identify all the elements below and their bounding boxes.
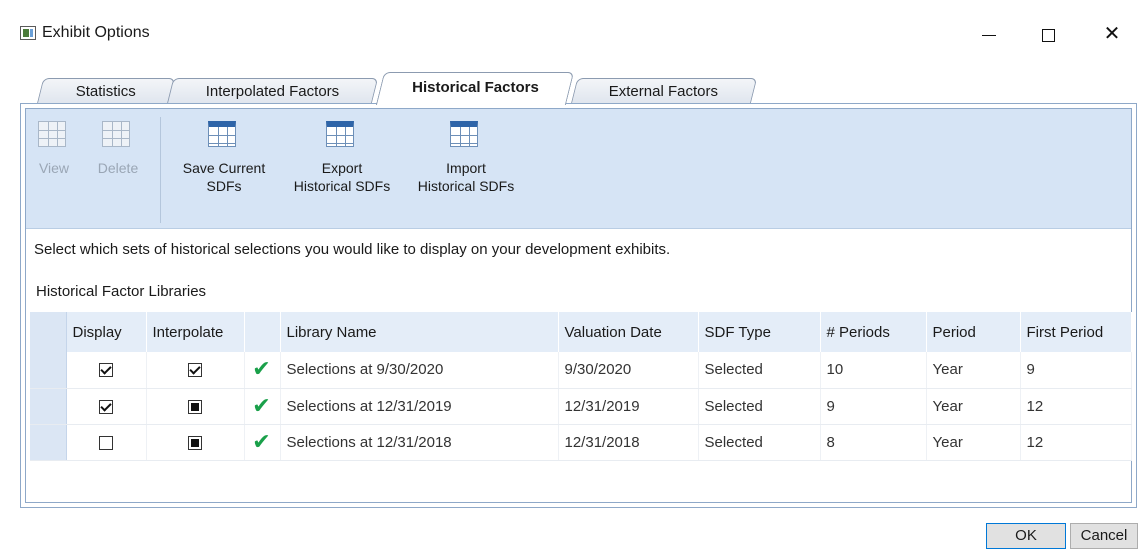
checkmark-icon: ✔ [252, 392, 271, 418]
import-historical-sdfs-button[interactable]: Import Historical SDFs [404, 119, 528, 195]
col-display[interactable]: Display [66, 312, 147, 352]
status-cell: ✔ [244, 352, 281, 389]
ok-button[interactable]: OK [986, 523, 1066, 549]
period-cell: Year [926, 424, 1021, 461]
col-valuation-date[interactable]: Valuation Date [558, 312, 699, 352]
title-bar: Exhibit Options ✕ [0, 0, 1143, 64]
col-period[interactable]: Period [926, 312, 1021, 352]
checkmark-icon: ✔ [252, 356, 271, 382]
sdf-type-cell: Selected [698, 352, 821, 389]
libraries-grid: Display Interpolate Library Name Valuati… [30, 312, 1132, 462]
tab-panel: View Delete Save Current SDFs Export His… [20, 103, 1137, 508]
save-grid-icon [208, 119, 240, 151]
periods-cell: 8 [820, 424, 927, 461]
tab-strip: Statistics Interpolated Factors Historic… [0, 72, 1143, 105]
valuation-date-cell: 9/30/2020 [558, 352, 699, 389]
delete-button[interactable]: Delete [92, 119, 144, 177]
libraries-label: Historical Factor Libraries [36, 283, 207, 300]
periods-cell: 10 [820, 352, 927, 389]
maximize-button[interactable] [1025, 16, 1071, 52]
grid-header-row: Display Interpolate Library Name Valuati… [30, 312, 1132, 352]
toolbar-separator [160, 117, 161, 223]
maximize-icon [1041, 28, 1055, 42]
col-first-period[interactable]: First Period [1020, 312, 1132, 352]
status-cell: ✔ [244, 424, 281, 461]
status-cell: ✔ [244, 388, 281, 425]
col-periods[interactable]: # Periods [820, 312, 927, 352]
table-row[interactable]: ✔ Selections at 9/30/2020 9/30/2020 Selecte… [30, 352, 1132, 389]
col-interpolate[interactable]: Interpolate [146, 312, 245, 352]
interpolate-checkbox[interactable] [187, 363, 202, 378]
valuation-date-cell: 12/31/2018 [558, 424, 699, 461]
period-cell: Year [926, 352, 1021, 389]
display-cell[interactable] [66, 388, 147, 425]
interpolate-cell[interactable] [146, 424, 245, 461]
tab-external-factors[interactable]: External Factors [570, 78, 758, 104]
first-period-cell: 12 [1020, 424, 1132, 461]
toolbar: View Delete Save Current SDFs Export His… [26, 109, 1131, 229]
instructions-text: Select which sets of historical selectio… [34, 241, 671, 258]
first-period-cell: 9 [1020, 352, 1132, 389]
close-icon: ✕ [1103, 23, 1121, 45]
col-status[interactable] [244, 312, 281, 352]
delete-grid-icon [102, 119, 134, 151]
col-sdf-type[interactable]: SDF Type [698, 312, 821, 352]
sdf-type-cell: Selected [698, 388, 821, 425]
sdf-type-cell: Selected [698, 424, 821, 461]
tab-interpolated-factors[interactable]: Interpolated Factors [166, 78, 379, 104]
library-name-cell: Selections at 12/31/2018 [280, 424, 559, 461]
display-checkbox[interactable] [98, 435, 113, 450]
checkmark-icon: ✔ [252, 428, 271, 454]
interpolate-checkbox[interactable] [187, 435, 202, 450]
view-button[interactable]: View [34, 119, 74, 177]
row-selector[interactable] [30, 388, 67, 425]
window-title: Exhibit Options [42, 24, 150, 41]
table-row[interactable]: ✔ Selections at 12/31/2018 12/31/2018 Selec… [30, 424, 1132, 461]
library-name-cell: Selections at 9/30/2020 [280, 352, 559, 389]
row-selector-header [30, 312, 67, 352]
minimize-button[interactable] [966, 16, 1012, 52]
minimize-icon [982, 34, 996, 36]
row-selector[interactable] [30, 424, 67, 461]
tab-historical-factors[interactable]: Historical Factors [375, 72, 575, 105]
interpolate-cell[interactable] [146, 388, 245, 425]
table-row[interactable]: ✔ Selections at 12/31/2019 12/31/2019 Selec… [30, 388, 1132, 425]
valuation-date-cell: 12/31/2019 [558, 388, 699, 425]
view-label: View [38, 160, 70, 176]
first-period-cell: 12 [1020, 388, 1132, 425]
periods-cell: 9 [820, 388, 927, 425]
row-selector[interactable] [30, 352, 67, 389]
export-historical-sdfs-button[interactable]: Export Historical SDFs [282, 119, 402, 195]
export-grid-icon [326, 119, 358, 151]
app-icon [20, 26, 36, 40]
interpolate-cell[interactable] [146, 352, 245, 389]
delete-label: Delete [97, 160, 139, 176]
close-button[interactable]: ✕ [1089, 16, 1135, 52]
display-cell[interactable] [66, 424, 147, 461]
import-grid-icon [450, 119, 482, 151]
view-grid-icon [38, 119, 70, 151]
col-library-name[interactable]: Library Name [280, 312, 559, 352]
period-cell: Year [926, 388, 1021, 425]
library-name-cell: Selections at 12/31/2019 [280, 388, 559, 425]
display-checkbox[interactable] [98, 399, 113, 414]
display-checkbox[interactable] [98, 363, 113, 378]
cancel-button[interactable]: Cancel [1070, 523, 1138, 549]
interpolate-checkbox[interactable] [187, 399, 202, 414]
save-current-sdfs-button[interactable]: Save Current SDFs [168, 119, 280, 195]
display-cell[interactable] [66, 352, 147, 389]
tab-statistics[interactable]: Statistics [36, 78, 176, 104]
panel-content: View Delete Save Current SDFs Export His… [25, 108, 1132, 503]
